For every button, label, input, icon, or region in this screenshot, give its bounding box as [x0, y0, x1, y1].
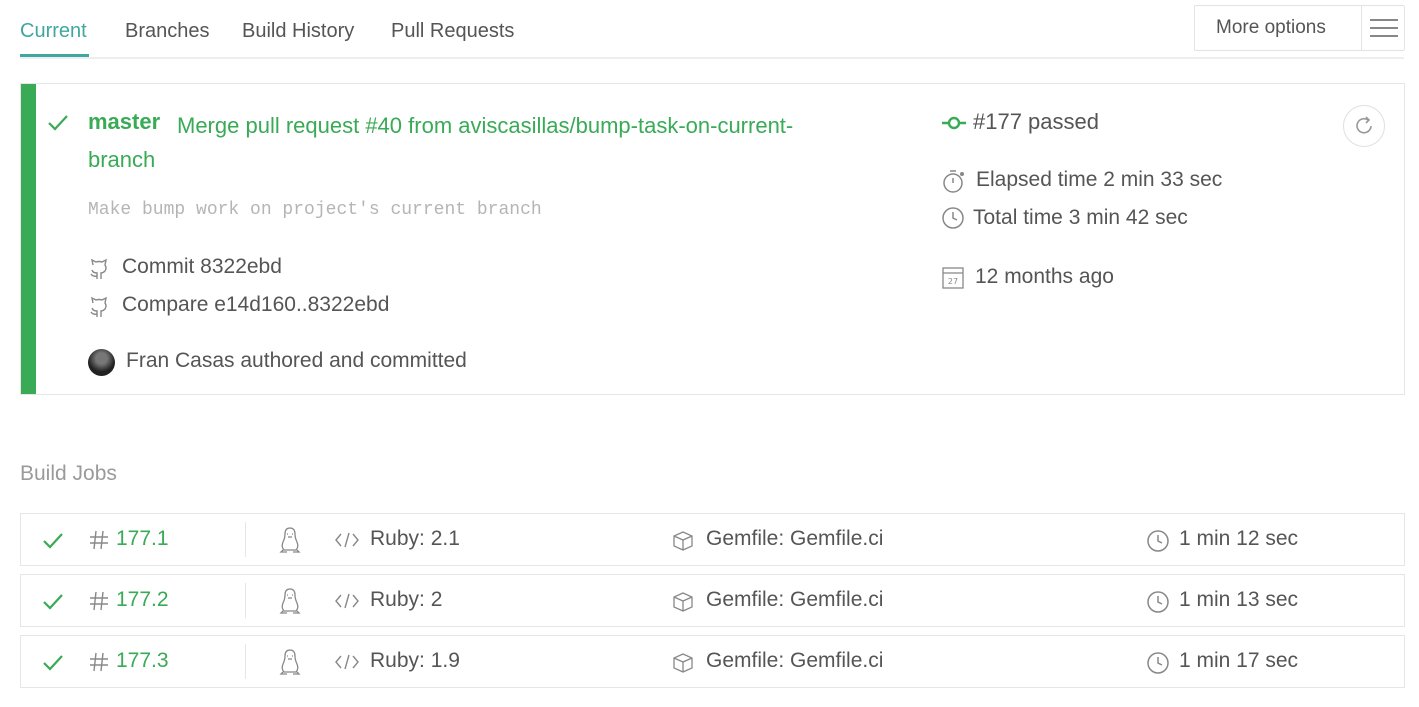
code-icon	[335, 593, 359, 609]
tab-current[interactable]: Current	[20, 20, 87, 43]
divider	[245, 522, 246, 557]
code-icon	[335, 532, 359, 548]
commit-link[interactable]: Commit 8322ebd	[122, 255, 282, 279]
active-tab-underline	[20, 54, 89, 57]
divider	[1361, 6, 1362, 50]
commit-description: Make bump work on project's current bran…	[88, 200, 542, 220]
package-icon	[673, 592, 693, 612]
job-duration: 1 min 12 sec	[1179, 527, 1299, 550]
linux-icon	[279, 527, 301, 553]
clock-icon	[1147, 530, 1169, 552]
status-bar	[21, 84, 36, 394]
job-language: Ruby: 1.9	[370, 649, 460, 672]
job-number[interactable]: 177.2	[116, 588, 169, 612]
job-number[interactable]: 177.1	[116, 527, 169, 551]
more-options-label: More options	[1216, 17, 1326, 38]
more-options-button[interactable]: More options	[1194, 5, 1405, 51]
tab-build-history[interactable]: Build History	[242, 20, 354, 43]
author-label: Fran Casas authored and committed	[126, 349, 467, 372]
restart-build-button[interactable]	[1343, 105, 1385, 147]
build-summary-card: master Merge pull request #40 from avisc…	[20, 83, 1405, 395]
calendar-icon: 27	[942, 267, 964, 289]
job-duration: 1 min 13 sec	[1179, 588, 1299, 611]
tab-branches[interactable]: Branches	[125, 20, 210, 43]
clock-icon	[1147, 591, 1169, 613]
passed-check-icon	[43, 533, 63, 549]
linux-icon	[279, 588, 301, 614]
job-gemfile: Gemfile: Gemfile.ci	[706, 527, 884, 550]
hash-icon	[90, 652, 108, 672]
github-icon	[90, 296, 107, 317]
tab-pull-requests[interactable]: Pull Requests	[391, 20, 514, 43]
job-gemfile: Gemfile: Gemfile.ci	[706, 588, 884, 611]
hash-icon	[90, 591, 108, 611]
svg-text:27: 27	[948, 277, 958, 286]
finished-time: 12 months ago	[975, 265, 1114, 288]
github-icon	[90, 258, 107, 279]
divider	[245, 644, 246, 679]
commit-node-icon	[942, 116, 966, 130]
job-gemfile: Gemfile: Gemfile.ci	[706, 649, 884, 672]
package-icon	[673, 653, 693, 673]
job-language: Ruby: 2.1	[370, 527, 460, 550]
job-number[interactable]: 177.3	[116, 649, 169, 673]
linux-icon	[279, 649, 301, 675]
code-icon	[335, 654, 359, 670]
clock-icon	[1147, 652, 1169, 674]
divider	[245, 583, 246, 618]
passed-check-icon	[43, 655, 63, 671]
passed-check-icon	[48, 115, 68, 131]
avatar	[88, 349, 115, 376]
compare-link[interactable]: Compare e14d160..8322ebd	[122, 293, 389, 317]
job-row[interactable]: 177.1 Ruby: 2.1 Gemfile: Gemfile.ci 1 mi…	[20, 513, 1405, 566]
hash-icon	[90, 530, 108, 550]
job-row[interactable]: 177.3 Ruby: 1.9 Gemfile: Gemfile.ci 1 mi…	[20, 635, 1405, 688]
job-language: Ruby: 2	[370, 588, 443, 611]
total-time: Total time 3 min 42 sec	[973, 206, 1188, 229]
stopwatch-icon	[943, 170, 964, 193]
job-row[interactable]: 177.2 Ruby: 2 Gemfile: Gemfile.ci 1 min …	[20, 574, 1405, 627]
job-duration: 1 min 17 sec	[1179, 649, 1299, 672]
build-jobs-title: Build Jobs	[20, 462, 117, 485]
hamburger-menu-icon[interactable]	[1370, 19, 1398, 37]
clock-icon	[942, 207, 964, 229]
elapsed-time: Elapsed time 2 min 33 sec	[976, 168, 1223, 191]
commit-message[interactable]: Merge pull request #40 from aviscasillas…	[88, 109, 828, 177]
package-icon	[673, 531, 693, 551]
passed-check-icon	[43, 594, 63, 610]
refresh-icon	[1356, 116, 1372, 134]
build-number-status[interactable]: #177 passed	[973, 109, 1099, 135]
